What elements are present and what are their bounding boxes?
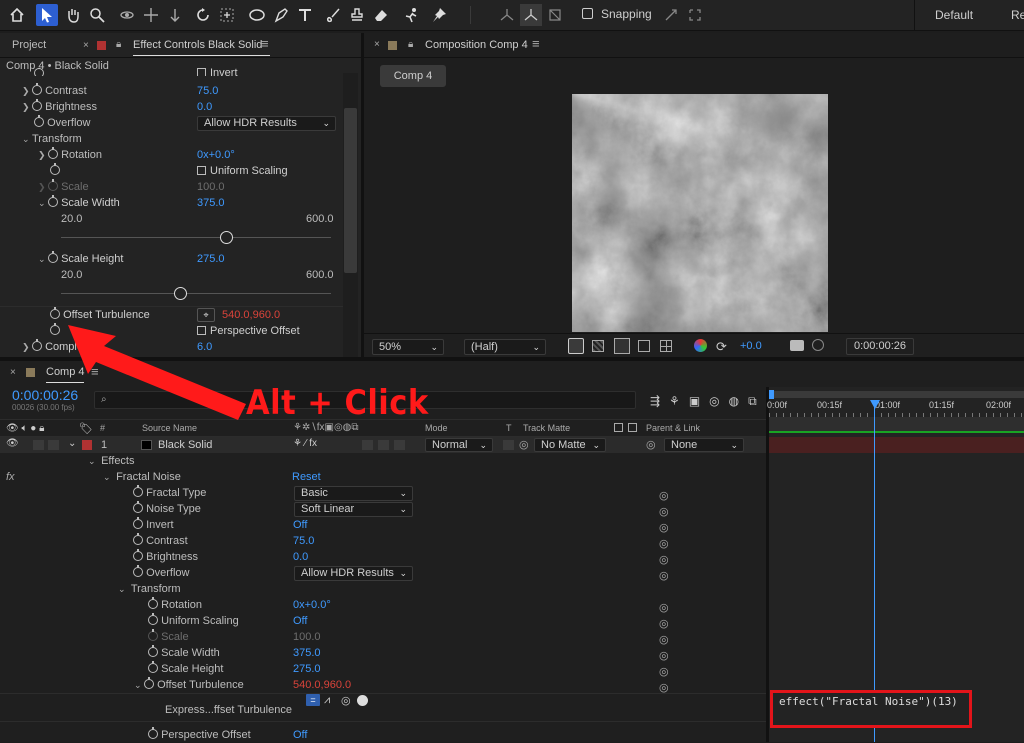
annotation-arrow xyxy=(68,325,246,420)
annotation-text: Alt + Click xyxy=(246,383,429,423)
